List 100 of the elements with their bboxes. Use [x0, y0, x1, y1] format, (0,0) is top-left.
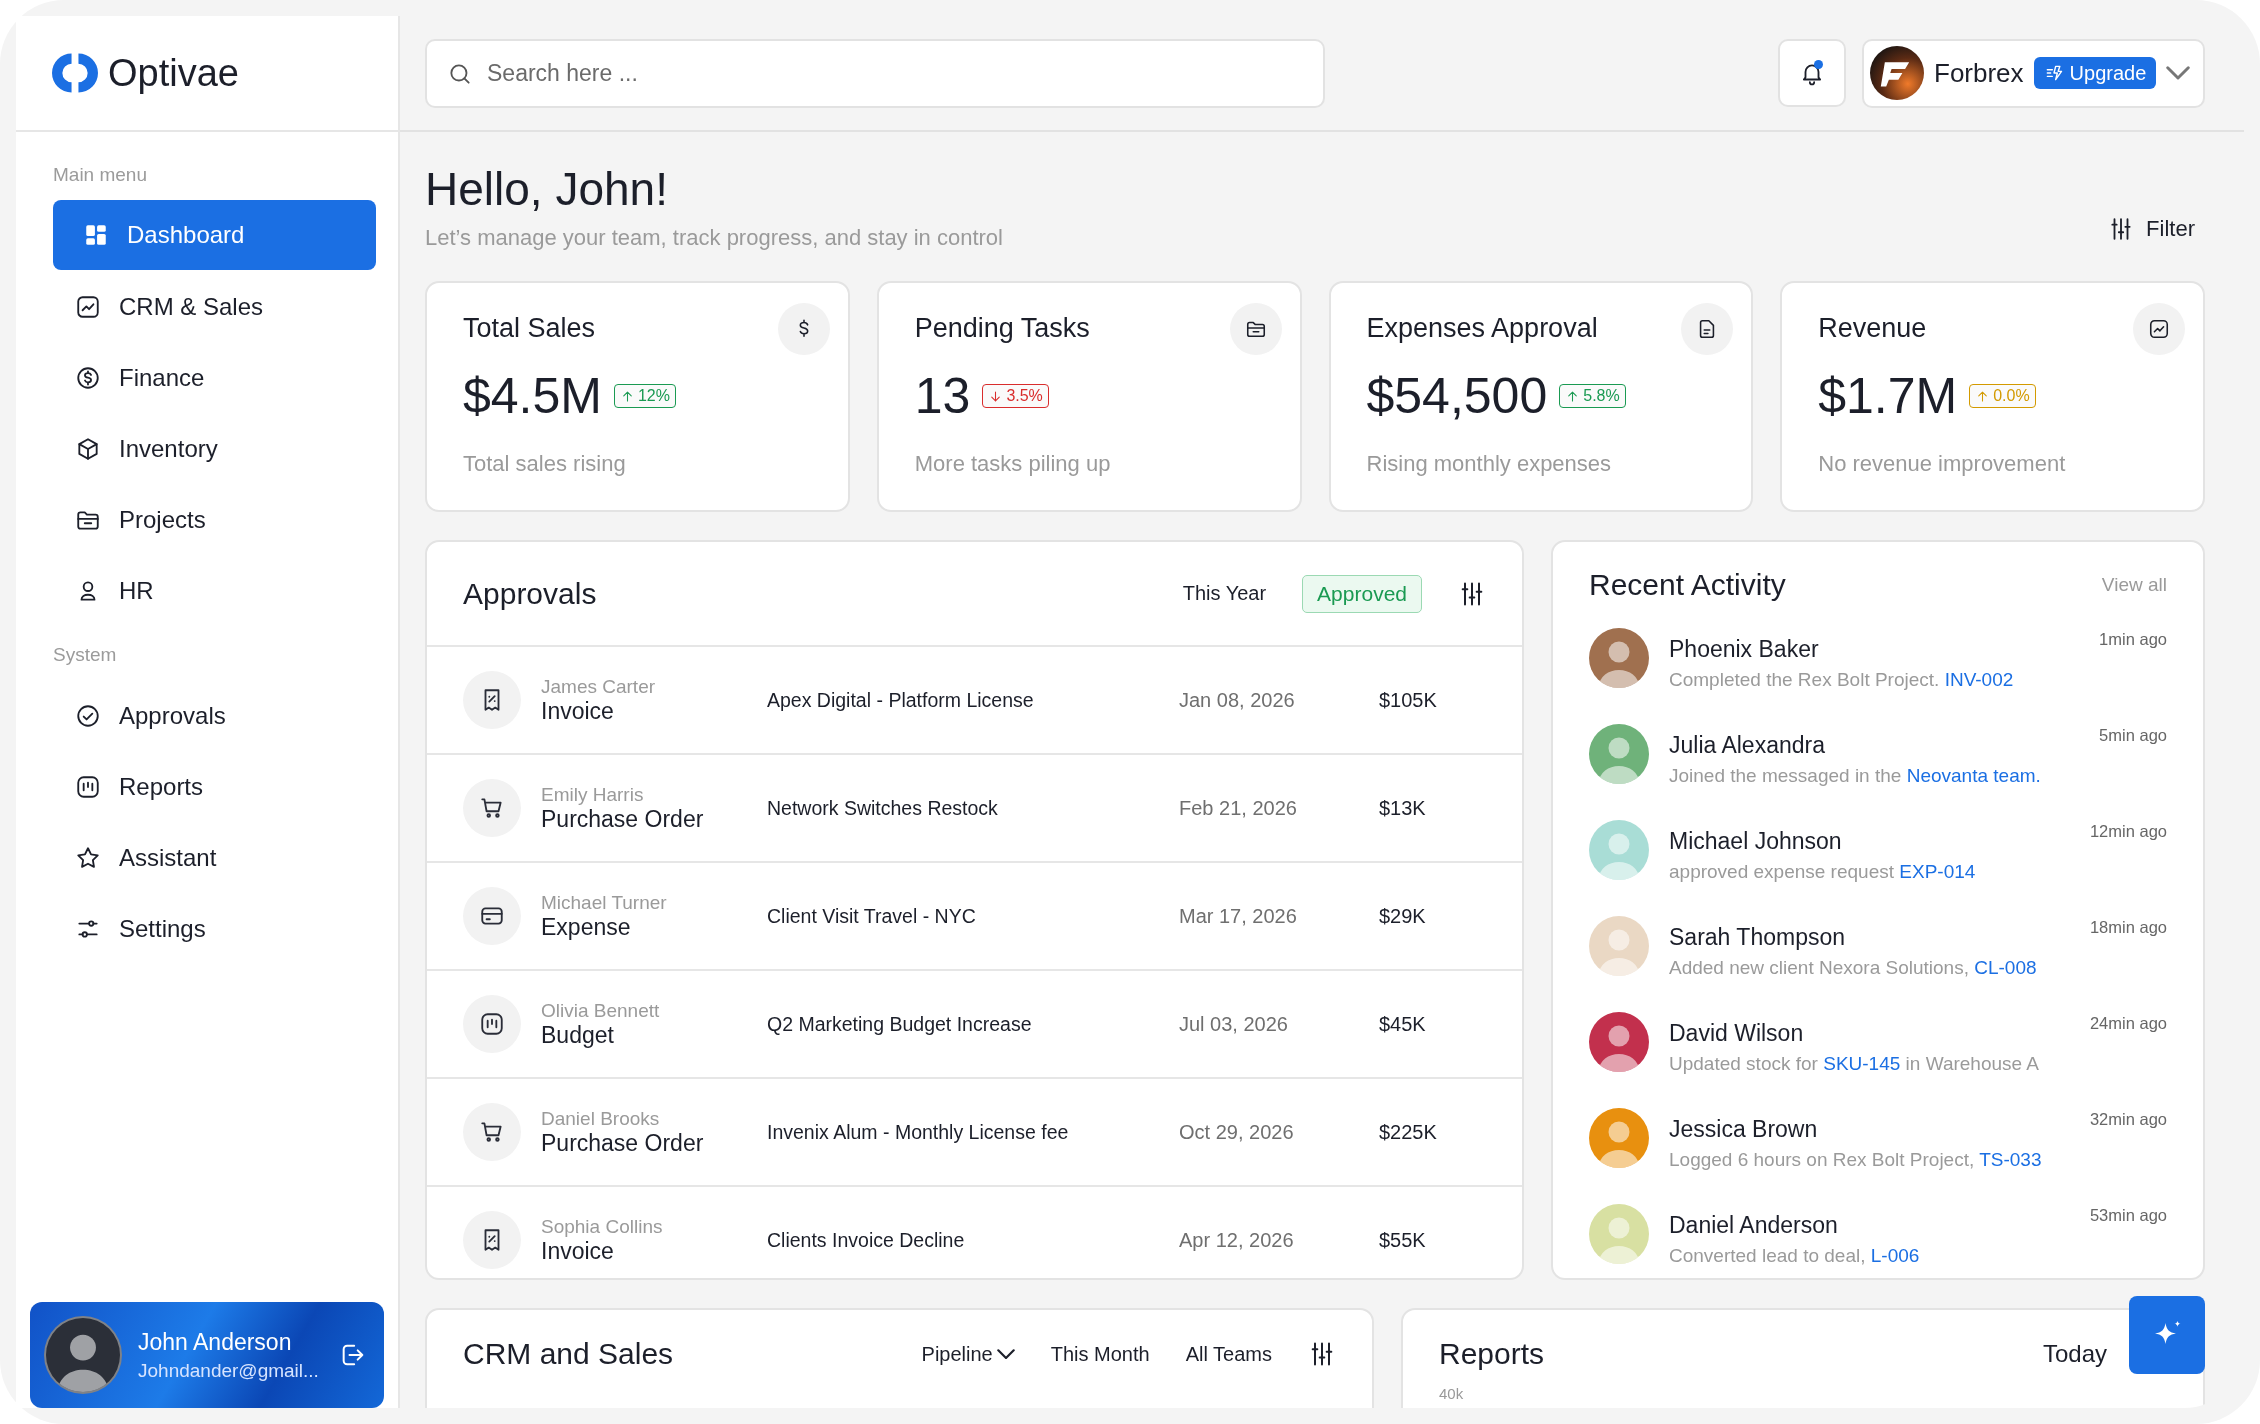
activity-time: 12min ago [2089, 821, 2167, 842]
company-logo-icon [1870, 46, 1924, 100]
card-title: Approvals [463, 576, 598, 611]
requester-name: Olivia Bennett [541, 999, 661, 1022]
upgrade-button[interactable]: Upgrade [2033, 57, 2157, 89]
bar-chart-icon [479, 1011, 505, 1037]
activity-time: 5min ago [2099, 725, 2167, 746]
sidebar-item[interactable]: Finance [53, 342, 376, 413]
filter-dropdown[interactable]: This Month [1050, 1342, 1150, 1366]
period-button[interactable]: Today [2042, 1340, 2107, 1368]
cart-icon [479, 795, 505, 821]
activity-time: 24min ago [2089, 1013, 2167, 1034]
activity-description: Logged 6 hours on Rex Bolt Project, TS-033 [1669, 1149, 2043, 1171]
chevron-icon [996, 1348, 1015, 1360]
user-email: Johndander@gmail... [138, 1359, 319, 1382]
sidebar-item[interactable]: Assistant [53, 822, 376, 893]
grid-icon [83, 222, 109, 248]
request-description: Clients Invoice Decline [767, 1228, 966, 1252]
activity-name: Daniel Anderson [1669, 1212, 1839, 1239]
stat-caption: Rising monthly expenses [1366, 451, 1613, 477]
reference-link[interactable]: TS-033 [1979, 1149, 2042, 1170]
activity-name: Jessica Brown [1669, 1116, 1819, 1143]
activity-description: Added new client Nexora Solutions, CL-008 [1669, 957, 2038, 979]
requester-name: Daniel Brooks [541, 1107, 661, 1130]
request-date: Mar 17, 2026 [1179, 904, 1298, 928]
sidebar-item[interactable]: Reports [53, 751, 376, 822]
star-icon [75, 844, 101, 871]
bar-chart-icon [75, 773, 101, 800]
cart-icon [479, 1119, 505, 1145]
change-badge: 12% [613, 384, 676, 408]
reference-link[interactable]: EXP-014 [1899, 861, 1976, 882]
activity-time: 1min ago [2099, 629, 2167, 650]
request-description: Invenix Alum - Monthly License fee [767, 1120, 1070, 1144]
request-type: Expense [541, 913, 632, 941]
request-date: Jan 08, 2026 [1179, 688, 1296, 712]
activity-name: Michael Johnson [1669, 828, 1843, 855]
requester-name: Emily Harris [541, 783, 645, 806]
request-type: Purchase Order [541, 1129, 705, 1157]
request-date: Jul 03, 2026 [1179, 1012, 1289, 1036]
request-amount: $55K [1379, 1228, 1427, 1252]
reference-link[interactable]: L-006 [1870, 1245, 1920, 1266]
request-amount: $29K [1379, 904, 1427, 928]
request-date: Oct 29, 2026 [1179, 1120, 1295, 1144]
sidebar-item[interactable]: Settings [53, 893, 376, 964]
notifications-button[interactable] [1778, 39, 1846, 107]
section-label: System [53, 643, 118, 667]
request-type: Budget [541, 1021, 615, 1049]
reference-link[interactable]: SKU-145 [1823, 1053, 1901, 1074]
section-label: Main menu [53, 163, 148, 187]
account-switcher[interactable]: Forbrex Upgrade [1862, 38, 2205, 108]
account-name: Forbrex [1934, 57, 2024, 89]
change-badge: 3.5% [982, 384, 1049, 408]
request-date: Feb 21, 2026 [1179, 796, 1298, 820]
reference-link[interactable]: Neovanta team. [1906, 765, 2041, 786]
filter-button[interactable]: Filter [2102, 215, 2205, 243]
period-button[interactable]: This Year [1182, 582, 1267, 605]
greeting-subtitle: Let’s manage your team, track progress, and stay in control [425, 225, 1003, 251]
activity-description: approved expense request EXP-014 [1669, 861, 1977, 883]
check-circle-icon [75, 702, 101, 729]
user-name: John Anderson [138, 1328, 293, 1356]
sidebar-item[interactable]: Approvals [53, 680, 376, 751]
activity-description: Completed the Rex Bolt Project. INV-002 [1669, 669, 2015, 691]
chart-icon [75, 293, 101, 320]
reference-link[interactable]: CL-008 [1974, 957, 2037, 978]
activity-name: Julia Alexandra [1669, 732, 1826, 759]
filter-dropdown[interactable]: All Teams [1185, 1342, 1272, 1366]
request-type: Purchase Order [541, 805, 705, 833]
sidebar-item[interactable]: CRM & Sales [53, 271, 376, 342]
request-amount: $105K [1379, 688, 1438, 712]
card-title: Recent Activity [1589, 568, 1787, 602]
dollar-icon [75, 364, 101, 391]
requester-name: Michael Turner [541, 891, 668, 914]
axis-label: 40k [1439, 1386, 1465, 1402]
sidebar-item[interactable]: Inventory [53, 413, 376, 484]
stat-caption: No revenue improvement [1818, 451, 2067, 477]
chevron-icon [2166, 66, 2191, 80]
request-description: Network Switches Restock [767, 796, 999, 820]
box-icon [75, 435, 101, 462]
assistant-button[interactable] [2129, 1296, 2205, 1374]
brand-name: Optivae [108, 51, 239, 95]
request-description: Q2 Marketing Budget Increase [767, 1012, 1033, 1036]
filter-dropdown[interactable]: Pipeline [921, 1342, 1015, 1366]
dropdown-button[interactable] [2166, 66, 2191, 80]
stat-caption: Total sales rising [463, 451, 627, 477]
sidebar-item[interactable]: Dashboard [53, 200, 376, 270]
request-type: Invoice [541, 1237, 615, 1265]
sidebar-item[interactable]: HR [53, 555, 376, 626]
sidebar-item[interactable]: Projects [53, 484, 376, 555]
request-amount: $225K [1379, 1120, 1438, 1144]
activity-name: David Wilson [1669, 1020, 1805, 1047]
search-field[interactable]: Search here ... [425, 38, 1325, 108]
activity-time: 32min ago [2089, 1109, 2167, 1130]
stat-title: Expenses Approval [1366, 313, 1598, 344]
request-amount: $45K [1379, 1012, 1427, 1036]
request-description: Client Visit Travel - NYC [767, 904, 977, 928]
logo-icon [52, 50, 98, 96]
stat-caption: More tasks piling up [914, 451, 1112, 477]
activity-description: Updated stock for SKU-145 in Warehouse A [1669, 1053, 2041, 1075]
reference-link[interactable]: INV-002 [1944, 669, 2014, 690]
stat-value: $1.7M [1818, 367, 1958, 425]
